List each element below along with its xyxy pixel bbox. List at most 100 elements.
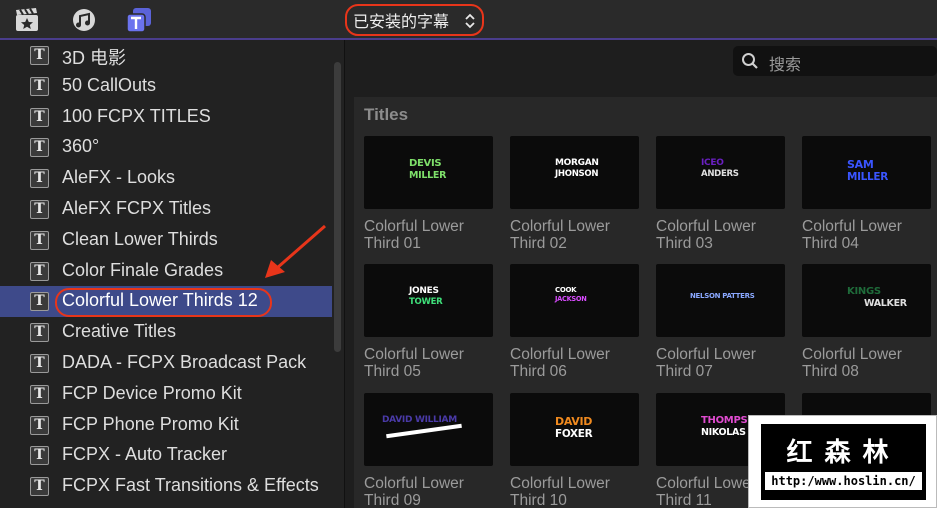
title-tile[interactable]: JONES TOWER Colorful Lower Third 05 — [364, 264, 494, 380]
title-tile[interactable]: NELSON PATTERS Colorful Lower Third 07 — [656, 264, 786, 380]
title-tile[interactable]: MORGAN JHONSON Colorful Lower Third 02 — [510, 136, 640, 252]
thumbnail-name-line1: MORGAN — [555, 158, 599, 168]
sidebar-item[interactable]: T 3D 电影 — [0, 40, 332, 71]
sidebar-item-label: AleFX FCPX Titles — [62, 198, 212, 218]
thumbnail-name-line1: DAVID WILLIAM — [382, 415, 457, 425]
thumbnail-name-line2: NIKOLAS — [701, 427, 746, 438]
search-icon — [742, 53, 758, 69]
sidebar-item-label: DADA - FCPX Broadcast Pack — [62, 352, 307, 372]
sidebar-scrollbar[interactable] — [334, 62, 341, 352]
title-folder-icon: T — [30, 415, 49, 435]
title-thumbnail[interactable]: DAVID WILLIAM — [364, 393, 493, 466]
selection-highlight-ring — [55, 288, 272, 318]
thumbnail-name-line2: ANDERS — [701, 169, 739, 179]
sidebar-item-label: FCPX - Auto Tracker — [62, 444, 228, 465]
sidebar-item[interactable]: T Colorful Lower Thirds 12 — [0, 286, 332, 318]
thumbnail-name-line1: ICEO — [701, 158, 724, 168]
sidebar-item[interactable]: T AleFX - Looks — [0, 163, 332, 194]
sidebar-item[interactable]: T 50 CallOuts — [0, 71, 332, 102]
sidebar-item-label: AleFX - Looks — [62, 167, 176, 188]
thumbnail-name-line1: NELSON PATTERS — [690, 292, 755, 300]
tile-name: Colorful Lower Third 01 — [364, 218, 464, 252]
title-tile[interactable]: KINGS WALKER Colorful Lower Third 08 — [802, 264, 932, 380]
title-thumbnail[interactable]: COOK JACKSON — [510, 264, 639, 337]
title-tile[interactable]: DEVIS MILLER Colorful Lower Third 01 — [364, 136, 494, 252]
watermark-url: http:/www.hoslin.cn/ — [765, 472, 922, 490]
title-thumbnail[interactable]: ICEO ANDERS — [656, 136, 785, 209]
sidebar-item[interactable]: T FCPX Fast Transitions & Effects — [0, 471, 332, 502]
title-folder-icon: T — [30, 169, 49, 189]
thumbnail-name-line2: FOXER — [555, 428, 593, 440]
tile-name: Colorful Lower Third 10 — [510, 475, 610, 508]
music-notes-icon[interactable] — [70, 7, 96, 33]
title-thumbnail[interactable]: SAM MILLER — [802, 136, 931, 209]
sidebar-item-label: 3D 电影 — [62, 48, 127, 68]
installed-titles-dropdown[interactable]: 已安装的字幕 — [345, 4, 484, 36]
sidebar-item[interactable]: T AleFX FCPX Titles — [0, 194, 332, 225]
title-thumbnail[interactable]: JONES TOWER — [364, 264, 493, 337]
sidebar-item[interactable]: T DADA - FCPX Broadcast Pack — [0, 348, 332, 379]
sidebar-item-label: FCPX Fast Transitions & Effects — [62, 475, 319, 496]
annotation-arrow-icon — [265, 224, 326, 278]
sidebar-item[interactable]: T FCP Phone Promo Kit — [0, 410, 332, 441]
title-folder-icon: T — [30, 261, 49, 281]
sidebar-item[interactable]: T FCP Device Promo Kit — [0, 379, 332, 410]
tile-name: Colorful Lower Third 08 — [802, 346, 902, 380]
title-folder-icon: T — [30, 230, 49, 250]
clapper-star-icon[interactable] — [14, 7, 40, 33]
title-tile[interactable]: ICEO ANDERS Colorful Lower Third 03 — [656, 136, 786, 252]
watermark-inner: 红森林 http:/www.hoslin.cn/ — [761, 424, 926, 500]
title-folder-icon: T — [30, 292, 49, 312]
thumbnail-name-line2: TOWER — [409, 297, 443, 307]
dropdown-label: 已安装的字幕 — [353, 12, 450, 31]
watermark-chinese-text: 红森林 — [786, 438, 901, 468]
sidebar-item-label: FCP Phone Promo Kit — [62, 413, 239, 434]
title-folder-icon: T — [30, 384, 49, 404]
title-folder-icon: T — [30, 354, 49, 373]
titles-icon[interactable] — [126, 7, 152, 33]
title-thumbnail[interactable]: NELSON PATTERS — [656, 264, 785, 337]
sidebar-item[interactable]: T FCPX - Auto Tracker — [0, 440, 332, 471]
thumbnail-name-line1: COOK — [555, 286, 577, 294]
search-field[interactable]: 搜索 — [733, 46, 937, 76]
tile-name: Colorful Lower Third 06 — [510, 346, 610, 380]
title-folder-icon: T — [30, 477, 49, 497]
title-thumbnail[interactable]: MORGAN JHONSON — [510, 136, 639, 209]
title-tile[interactable]: DAVID FOXER Colorful Lower Third 10 — [510, 393, 640, 508]
thumbnail-name-line2: JHONSON — [555, 169, 599, 179]
section-title: Titles — [364, 105, 409, 124]
tile-name: Colorful Lower Third 04 — [802, 218, 902, 252]
sidebar-item[interactable]: T 100 FCPX TITLES — [0, 102, 332, 133]
thumbnail-name-line1: DEVIS — [409, 158, 442, 169]
tile-name: Colorful Lower Third 02 — [510, 218, 610, 252]
title-tile[interactable]: COOK JACKSON Colorful Lower Third 06 — [510, 264, 640, 380]
title-thumbnail[interactable]: KINGS WALKER — [802, 264, 931, 337]
title-tile[interactable]: SAM MILLER Colorful Lower Third 04 — [802, 136, 932, 252]
title-folder-icon: T — [30, 46, 49, 65]
title-folder-icon: T — [30, 446, 49, 466]
thumbnail-name-line2: JACKSON — [555, 295, 587, 303]
sidebar-item-label: Creative Titles — [62, 321, 177, 342]
tile-name: Colorful Lower Third 07 — [656, 346, 756, 380]
watermark-logo: 红森林 http:/www.hoslin.cn/ — [748, 415, 937, 508]
title-folder-icon: T — [30, 323, 49, 343]
search-placeholder: 搜索 — [769, 55, 802, 74]
title-folder-icon: T — [30, 138, 49, 158]
tile-name: Colorful Lower Third 05 — [364, 346, 464, 380]
thumbnail-white-bar — [386, 423, 462, 439]
top-toolbar: 已安装的字幕 — [0, 0, 937, 40]
title-folder-icon: T — [30, 76, 49, 96]
title-folder-icon: T — [30, 200, 49, 219]
tile-name: Colorful Lower Third 09 — [364, 475, 464, 508]
title-tile[interactable]: DAVID WILLIAM Colorful Lower Third 09 — [364, 393, 494, 508]
sidebar-item-label: 100 FCPX TITLES — [62, 105, 211, 126]
title-thumbnail[interactable]: DAVID FOXER — [510, 393, 639, 466]
sidebar-item-label: 50 CallOuts — [62, 74, 157, 95]
chevron-up-down-icon — [465, 13, 475, 29]
sidebar-item[interactable]: T 360° — [0, 132, 332, 163]
sidebar-item-label: FCP Device Promo Kit — [62, 382, 242, 403]
tile-name: Colorful Lower Third 03 — [656, 218, 756, 252]
thumbnail-name-line2: WALKER — [864, 298, 907, 309]
sidebar-item[interactable]: T Creative Titles — [0, 317, 332, 348]
title-thumbnail[interactable]: DEVIS MILLER — [364, 136, 493, 209]
